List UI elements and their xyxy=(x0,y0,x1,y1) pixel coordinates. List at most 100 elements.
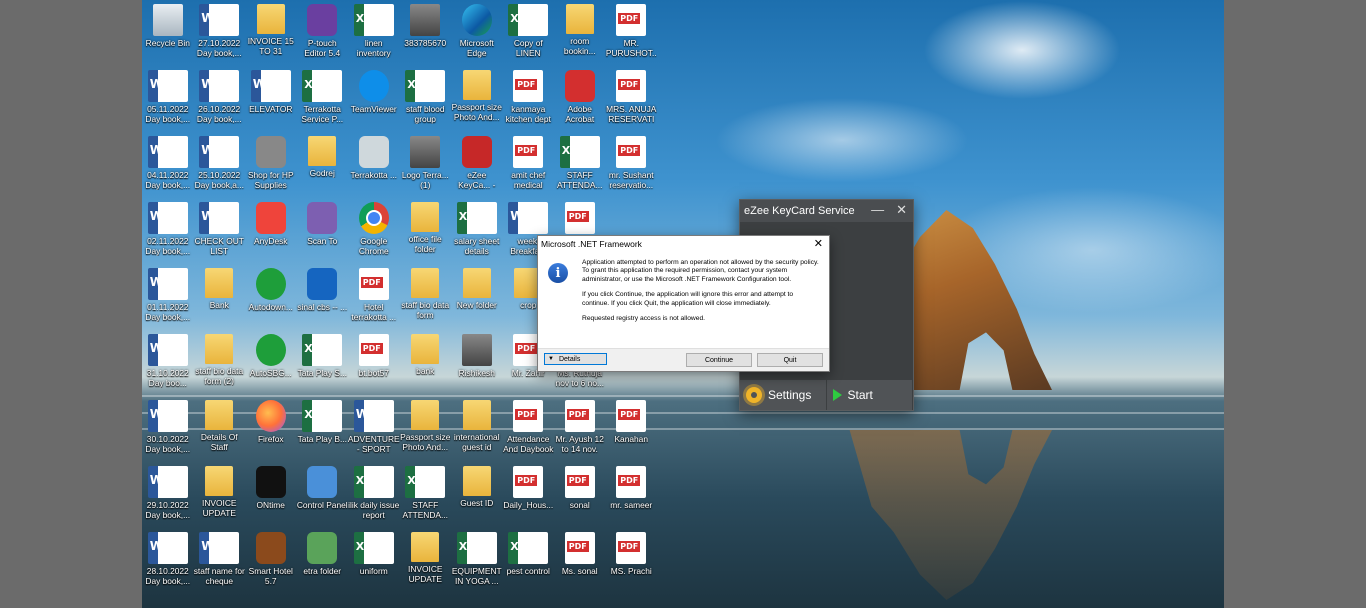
desktop-icon[interactable]: Passport size Photo And... xyxy=(400,400,452,466)
start-button[interactable]: Start xyxy=(826,380,913,410)
desktop-icon[interactable]: Terrakotta Service P... xyxy=(297,70,349,136)
desktop-icon[interactable]: Attendance And Daybook xyxy=(503,400,555,466)
desktop-icon[interactable]: mr. sameer xyxy=(606,466,658,532)
desktop-icon[interactable]: 29.10.2022 Day book,... xyxy=(142,466,194,532)
word-doc-icon xyxy=(250,70,291,102)
desktop-icon[interactable]: Rishikesh xyxy=(451,334,503,400)
desktop-icon[interactable]: Godrej xyxy=(297,136,349,202)
desktop-icon[interactable]: Microsoft Edge xyxy=(451,4,503,70)
desktop-icon[interactable]: Details Of Staff xyxy=(194,400,246,466)
desktop-icon[interactable]: 04.11.2022 Day book,... xyxy=(142,136,194,202)
desktop-icon[interactable]: MR. PURUSHOT... xyxy=(606,4,658,70)
desktop-icon[interactable]: CHECK OUT LIST xyxy=(194,202,246,268)
desktop-icon[interactable]: Ms. sonal xyxy=(554,532,606,598)
desktop-icon[interactable]: sonal xyxy=(554,466,606,532)
desktop-icon[interactable]: INVOICE 15 TO 31 xyxy=(245,4,297,70)
desktop-icon[interactable]: international guest id xyxy=(451,400,503,466)
settings-button[interactable]: Settings xyxy=(740,380,827,410)
desktop-icon[interactable]: 25.10.2022 Day book,a... xyxy=(194,136,246,202)
desktop-icon-label: sinal cbs -- ... xyxy=(297,302,348,312)
desktop-icon[interactable]: ilik daily issue report xyxy=(348,466,400,532)
desktop-icon[interactable]: AutoSBG... xyxy=(245,334,297,400)
desktop-icon-label: Details Of Staff xyxy=(200,432,238,452)
desktop-icon[interactable]: 383785670 xyxy=(400,4,452,70)
desktop-icon[interactable]: eZee KeyCa... - Shortcut xyxy=(451,136,503,202)
details-button[interactable]: ▼ Details xyxy=(544,353,607,365)
desktop-icon[interactable]: kanmaya kitchen dept xyxy=(503,70,555,136)
desktop-icon[interactable]: New folder xyxy=(451,268,503,334)
desktop-icon[interactable]: 30.10.2022 Day book,... xyxy=(142,400,194,466)
desktop-icon[interactable]: salary sheet details xyxy=(451,202,503,268)
desktop-icon[interactable]: MS. Prachi xyxy=(606,532,658,598)
desktop-icon[interactable]: 05.11.2022 Day book,... xyxy=(142,70,194,136)
desktop-icon[interactable]: office file folder xyxy=(400,202,452,268)
desktop-icon[interactable]: 26.10.2022 Day book,... xyxy=(194,70,246,136)
desktop-icon[interactable]: Logo Terra... (1) xyxy=(400,136,452,202)
desktop-icon[interactable]: staff bio data form (2) xyxy=(194,334,246,400)
desktop-icon[interactable]: STAFF ATTENDA... xyxy=(400,466,452,532)
quit-button[interactable]: Quit xyxy=(757,353,823,367)
word-doc-icon xyxy=(147,268,188,300)
desktop-icon[interactable]: amit chef medical xyxy=(503,136,555,202)
desktop-icon[interactable]: Google Chrome xyxy=(348,202,400,268)
ezee-title-bar[interactable]: eZee KeyCard Service — ✕ xyxy=(740,200,913,222)
desktop-icon[interactable]: STAFF ATTENDA... xyxy=(554,136,606,202)
desktop-icon[interactable]: 27.10.2022 Day book,... xyxy=(194,4,246,70)
close-button[interactable]: ✕ xyxy=(896,203,907,217)
desktop-icon[interactable]: AnyDesk xyxy=(245,202,297,268)
desktop-icon-label: Godrej xyxy=(309,168,335,178)
desktop-icon[interactable]: Scan To xyxy=(297,202,349,268)
desktop-icon[interactable]: TeamViewer xyxy=(348,70,400,136)
desktop-icon[interactable]: Adobe Acrobat xyxy=(554,70,606,136)
desktop-icon[interactable]: INVOICE UPDATE xyxy=(400,532,452,598)
desktop-icon[interactable]: 31.10.2022 Day boo... xyxy=(142,334,194,400)
desktop-icon[interactable]: ONtime xyxy=(245,466,297,532)
desktop-icon[interactable]: Bank xyxy=(194,268,246,334)
desktop-icon[interactable]: Daily_Hous... xyxy=(503,466,555,532)
minimize-button[interactable]: — xyxy=(871,203,884,217)
desktop-icon[interactable]: Tata Play S... xyxy=(297,334,349,400)
desktop-icon[interactable]: ADVENTURE - SPORT xyxy=(348,400,400,466)
desktop-icon[interactable]: room bookin... xyxy=(554,4,606,70)
desktop-icon[interactable]: pest control xyxy=(503,532,555,598)
desktop-icon[interactable]: linen inventory xyxy=(348,4,400,70)
desktop-icon[interactable]: Copy of LINEN INVE... xyxy=(503,4,555,70)
desktop-icon[interactable]: Tata Play B... xyxy=(297,400,349,466)
desktop-icon[interactable]: Guest ID xyxy=(451,466,503,532)
desktop-icon[interactable]: MRS. ANUJA RESERVATIO... xyxy=(606,70,658,136)
desktop-icon[interactable]: Control Panel xyxy=(297,466,349,532)
desktop-icon[interactable]: Mr. Ayush 12 to 14 nov. xyxy=(554,400,606,466)
dialog-close-button[interactable]: ✕ xyxy=(814,237,823,250)
desktop-icon[interactable]: Recycle Bin xyxy=(142,4,194,70)
desktop-icon[interactable]: etra folder xyxy=(297,532,349,598)
desktop-icon-label: Hotel terrakotta ... xyxy=(351,302,397,322)
word-doc-icon xyxy=(199,4,240,36)
desktop-icon[interactable]: INVOICE UPDATE xyxy=(194,466,246,532)
desktop-icon[interactable]: ELEVATOR xyxy=(245,70,297,136)
desktop-icon[interactable]: mr. Sushant reservatio... xyxy=(606,136,658,202)
desktop-icon[interactable]: P-touch Editor 5.4 xyxy=(297,4,349,70)
desktop-icon[interactable]: Kanahan xyxy=(606,400,658,466)
desktop-icon[interactable]: Autodown... xyxy=(245,268,297,334)
desktop-icon[interactable]: bt.bot57 xyxy=(348,334,400,400)
continue-button[interactable]: Continue xyxy=(686,353,752,367)
desktop-icon[interactable]: Terrakotta ... xyxy=(348,136,400,202)
desktop-icon[interactable]: 02.11.2022 Day book,... xyxy=(142,202,194,268)
desktop-icon[interactable]: staff bio data form xyxy=(400,268,452,334)
desktop-icon[interactable]: bank xyxy=(400,334,452,400)
desktop-icon[interactable]: 01.11.2022 Day book,... xyxy=(142,268,194,334)
desktop-icon[interactable]: Smart Hotel 5.7 xyxy=(245,532,297,598)
desktop-icon[interactable]: Shop for HP Supplies xyxy=(245,136,297,202)
desktop-icon[interactable]: 28.10.2022 Day book,... xyxy=(142,532,194,598)
dialog-title-bar[interactable]: Microsoft .NET Framework ✕ xyxy=(538,236,829,252)
folder-icon xyxy=(462,70,491,100)
desktop-icon[interactable]: staff blood group xyxy=(400,70,452,136)
desktop-icon[interactable]: staff name for cheque xyxy=(194,532,246,598)
desktop-icon[interactable]: Hotel terrakotta ... xyxy=(348,268,400,334)
desktop-icon[interactable]: EQUIPMENT IN YOGA ... xyxy=(451,532,503,598)
printer-icon xyxy=(255,136,286,168)
desktop-icon[interactable]: Passport size Photo And... xyxy=(451,70,503,136)
desktop-icon[interactable]: Firefox xyxy=(245,400,297,466)
desktop-icon[interactable]: sinal cbs -- ... xyxy=(297,268,349,334)
desktop-icon[interactable]: uniform xyxy=(348,532,400,598)
